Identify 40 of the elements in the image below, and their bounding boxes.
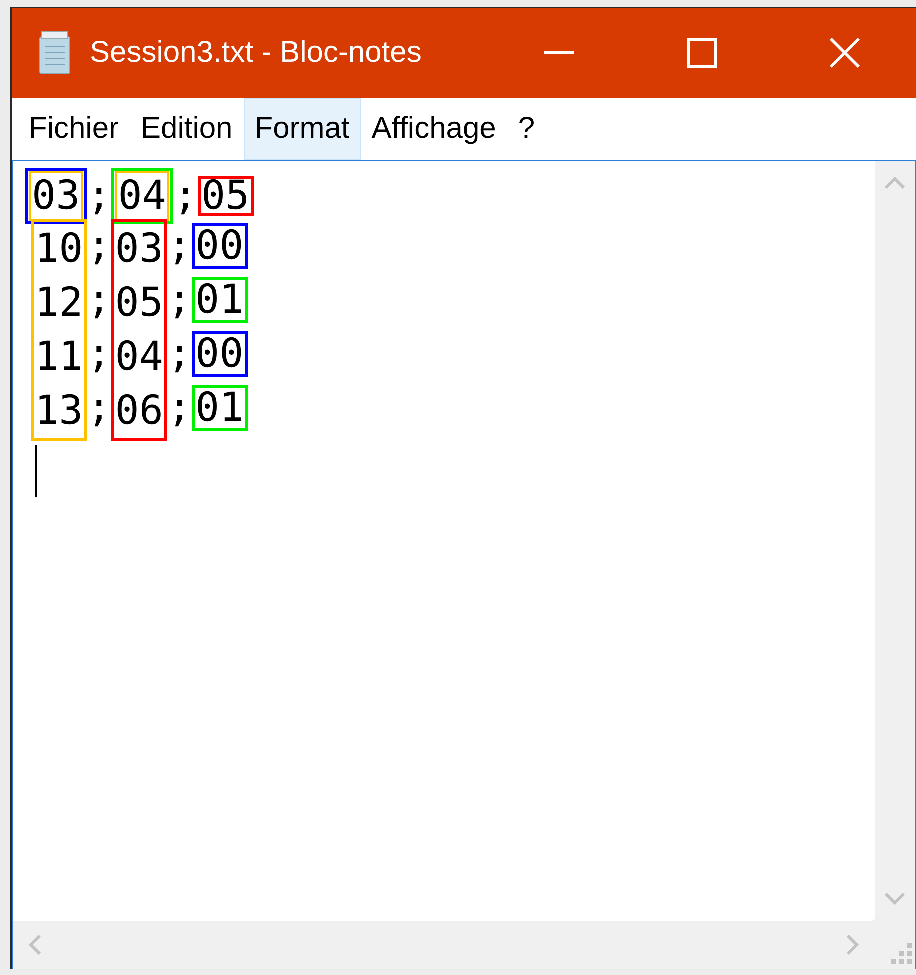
menu-item[interactable]: ? (507, 98, 546, 160)
separator-text: ; (87, 384, 112, 433)
field-value: 04 (115, 333, 164, 382)
menu-item[interactable]: Format (244, 98, 361, 160)
field-value: 05 (115, 279, 164, 328)
menu-item[interactable]: Edition (130, 98, 244, 160)
field-value: 05 (202, 179, 250, 213)
scroll-down-icon[interactable] (885, 893, 905, 905)
separator-text: ; (87, 179, 112, 213)
field-value: 04 (118, 173, 166, 219)
maximize-icon (686, 38, 716, 68)
menu-item[interactable]: Affichage (360, 98, 508, 160)
separator-text: ; (167, 384, 192, 433)
window-title: Session3.txt - Bloc-notes (90, 36, 423, 70)
outlined-value: 00 (192, 331, 248, 377)
separator-text: ; (87, 276, 112, 325)
field-value: 03 (115, 225, 164, 274)
field-value: 13 (35, 387, 84, 436)
separator-text: ; (173, 179, 198, 213)
scroll-right-icon[interactable] (847, 935, 859, 955)
text-cursor (35, 445, 37, 497)
field-value: 03 (32, 173, 80, 219)
separator-text: ; (87, 222, 112, 271)
outlined-value: 01 (192, 277, 248, 323)
field-value: 12 (35, 279, 84, 328)
resize-grip-icon[interactable] (891, 943, 913, 965)
outlined-value: 01 (192, 385, 248, 431)
scroll-up-icon[interactable] (885, 177, 905, 189)
field-value: 06 (115, 387, 164, 436)
menu-item[interactable]: Fichier (18, 98, 130, 160)
outlined-value: 00 (192, 223, 248, 269)
scroll-left-icon[interactable] (29, 935, 41, 955)
separator-text: ; (167, 330, 192, 379)
close-icon (828, 37, 860, 69)
field-value: 11 (35, 333, 84, 382)
minimize-icon (544, 51, 574, 55)
separator-text: ; (87, 330, 112, 379)
separator-text: ; (167, 276, 192, 325)
separator-text: ; (167, 222, 192, 271)
field-value: 10 (35, 225, 84, 274)
